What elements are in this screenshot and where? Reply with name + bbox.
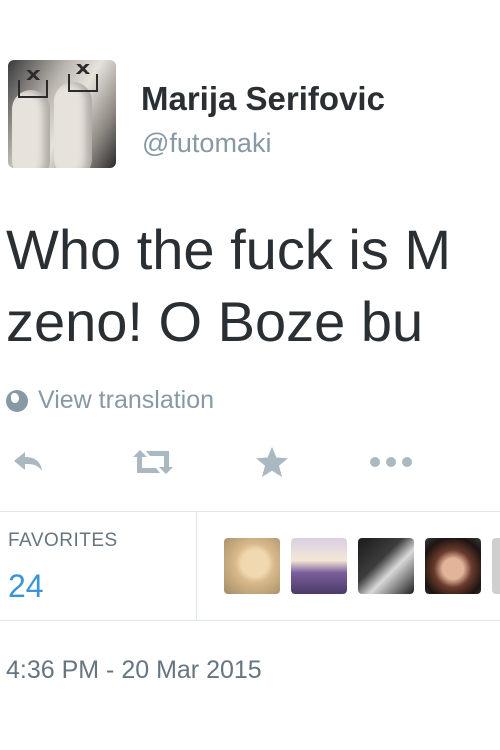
author-screen-name[interactable]: @futomaki [142,128,271,159]
favorite-button[interactable] [250,440,294,484]
crown-icon [68,64,98,92]
author-display-name[interactable]: Marija Serifovic [141,80,385,118]
tweet-text: Who the fuck is M zeno! O Boze bu [6,214,500,358]
retweet-button[interactable] [127,440,179,484]
author-avatar[interactable] [8,60,116,168]
view-translation-link[interactable]: View translation [6,386,214,415]
tweet-timestamp[interactable]: 4:36 PM - 20 Mar 2015 [6,656,262,685]
reply-icon [14,452,42,471]
star-icon [256,447,288,477]
view-translation-label: View translation [38,386,215,414]
avatar-finger-left [12,90,50,168]
tweet-text-line: Who the fuck is M [6,218,452,281]
avatar-finger-right [54,82,92,168]
globe-icon [6,389,28,412]
more-icon [370,457,412,467]
favoriter-avatar[interactable] [291,538,347,594]
retweet-icon [133,450,173,474]
favorites-label: FAVORITES [8,530,118,551]
crown-icon [18,70,48,98]
tweet-actions [0,440,500,484]
tweet-text-line: zeno! O Boze bu [6,290,424,353]
favoriter-avatar[interactable] [224,538,280,594]
favoriter-avatar[interactable] [425,538,481,594]
tweet-stats: FAVORITES 24 [0,512,500,620]
favorites-count: 24 [8,568,44,604]
divider [0,620,500,621]
stats-separator [196,512,197,620]
more-button[interactable] [366,440,416,484]
favoriter-avatar[interactable] [358,538,414,594]
favoriter-avatar[interactable] [492,538,500,594]
reply-button[interactable] [6,440,50,484]
